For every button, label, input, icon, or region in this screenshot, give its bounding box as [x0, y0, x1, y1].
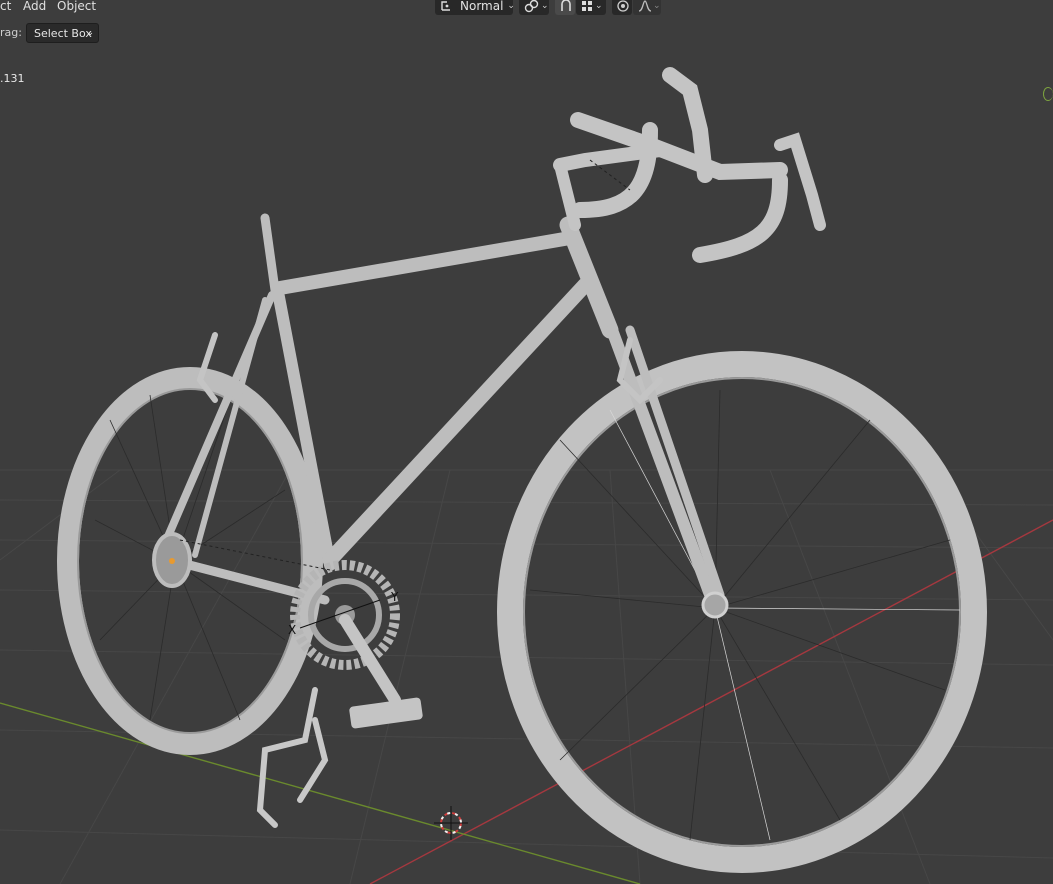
front-hub	[701, 591, 729, 619]
pedal	[349, 697, 423, 729]
object-origin-dot	[169, 558, 175, 564]
x-axis-label: X	[288, 623, 296, 637]
y-axis-label: Y	[390, 590, 399, 604]
viewport-scene: X Y	[0, 67, 1053, 884]
3d-viewport[interactable]: X Y	[0, 0, 1053, 884]
front-wheel	[497, 351, 987, 873]
handlebar	[553, 67, 826, 263]
